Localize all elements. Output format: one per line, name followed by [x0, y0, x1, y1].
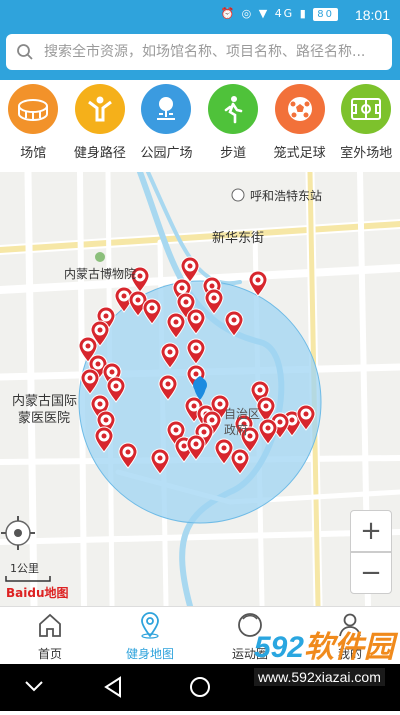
search-bar [0, 30, 400, 80]
search-input[interactable] [42, 43, 386, 61]
map-view[interactable]: 呼和浩特东站 新华东街 内蒙古博物院 内蒙古国际 蒙医医院 自治区 政府 1公里 [0, 172, 400, 606]
category-bar: 场馆 健身路径 公园广场 步道 笼式足球 室外场地 [0, 80, 400, 172]
category-outdoor-field[interactable]: 室外场地 [333, 80, 400, 172]
tab-fitness-map[interactable]: 健身地图 [100, 607, 200, 665]
map-label-center-line1: 自治区 [224, 407, 260, 421]
map-pin-icon [141, 612, 159, 639]
category-label: 健身路径 [73, 146, 126, 161]
park-icon [141, 84, 192, 134]
map-scale: 1公里 [5, 562, 51, 582]
map-label-hospital: 内蒙古国际 蒙医医院 [12, 393, 81, 426]
tab-label: 首页 [37, 647, 62, 661]
nav-home-icon[interactable] [190, 677, 210, 697]
tab-home[interactable]: 首页 [0, 607, 100, 665]
zoom-out-button[interactable]: − [350, 552, 392, 594]
map-label-museum: 内蒙古博物院 [64, 266, 136, 281]
nav-down-icon[interactable] [25, 681, 43, 692]
category-label: 公园广场 [140, 146, 193, 161]
map-label-street: 新华东街 [212, 230, 264, 246]
category-stadium[interactable]: 场馆 [0, 80, 67, 172]
category-label: 笼式足球 [273, 146, 326, 161]
map-label-hospital-line2: 蒙医医院 [18, 411, 70, 426]
walking-icon [208, 84, 259, 134]
zoom-in-button[interactable]: + [350, 510, 392, 552]
category-label: 室外场地 [340, 146, 393, 161]
category-park[interactable]: 公园广场 [133, 80, 200, 172]
map-canvas[interactable]: 呼和浩特东站 新华东街 内蒙古博物院 内蒙古国际 蒙医医院 自治区 政府 1公里 [0, 172, 400, 606]
svg-text:1公里: 1公里 [10, 562, 39, 575]
category-fitness-path[interactable]: 健身路径 [67, 80, 134, 172]
fitness-path-icon [74, 84, 125, 134]
map-label-hospital-line1: 内蒙古国际 [12, 393, 77, 409]
map-label-station: 呼和浩特东站 [250, 188, 322, 203]
search-icon [17, 44, 33, 60]
map-label-center-line2: 政府 [224, 422, 248, 437]
status-bar: ⏰ ◎ ▼ 4G ▮ 80 18:01 [0, 0, 400, 30]
football-icon [274, 84, 325, 134]
watermark-logo: 592软件园 www.592xiazai.com [253, 631, 394, 686]
tab-label: 健身地图 [125, 647, 174, 661]
outdoor-field-icon [341, 84, 392, 134]
search-box[interactable] [6, 34, 392, 70]
status-time: 18:01 [354, 7, 390, 23]
category-walkway[interactable]: 步道 [200, 80, 267, 172]
category-cage-football[interactable]: 笼式足球 [266, 80, 333, 172]
category-label: 场馆 [20, 146, 47, 161]
status-icons: ⏰ ◎ ▼ 4G ▮ 80 [220, 7, 338, 21]
stadium-icon [8, 84, 59, 134]
battery-icon: 80 [313, 8, 338, 21]
nav-back-icon[interactable] [104, 676, 121, 698]
category-label: 步道 [220, 146, 247, 161]
home-icon [39, 613, 61, 637]
baidu-logo: Baidu地图 [6, 585, 69, 600]
